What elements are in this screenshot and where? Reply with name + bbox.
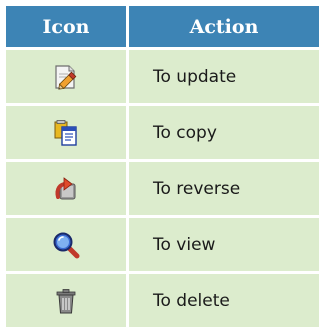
action-label-delete: To delete bbox=[129, 274, 319, 327]
action-label-copy: To copy bbox=[129, 106, 319, 159]
icon-cell bbox=[6, 274, 126, 327]
icon-cell bbox=[6, 106, 126, 159]
copy-documents-icon bbox=[52, 119, 80, 147]
icon-cell bbox=[6, 50, 126, 103]
header-row: Icon Action bbox=[6, 6, 319, 47]
edit-pencil-icon bbox=[52, 63, 80, 91]
table-row-reverse: To reverse bbox=[6, 162, 319, 215]
table-row-view: To view bbox=[6, 218, 319, 271]
table-row-update: To update bbox=[6, 50, 319, 103]
action-label-view: To view bbox=[129, 218, 319, 271]
icon-cell bbox=[6, 218, 126, 271]
icon-cell bbox=[6, 162, 126, 215]
table-row-delete: To delete bbox=[6, 274, 319, 327]
reverse-arrow-icon bbox=[52, 175, 80, 203]
magnifier-view-icon bbox=[52, 231, 80, 259]
icon-legend-table: Icon Action To update To copy To reverse… bbox=[3, 3, 322, 330]
trash-can-icon bbox=[52, 287, 80, 315]
action-label-reverse: To reverse bbox=[129, 162, 319, 215]
table-row-copy: To copy bbox=[6, 106, 319, 159]
action-label-update: To update bbox=[129, 50, 319, 103]
column-header-icon: Icon bbox=[6, 6, 126, 47]
column-header-action: Action bbox=[129, 6, 319, 47]
